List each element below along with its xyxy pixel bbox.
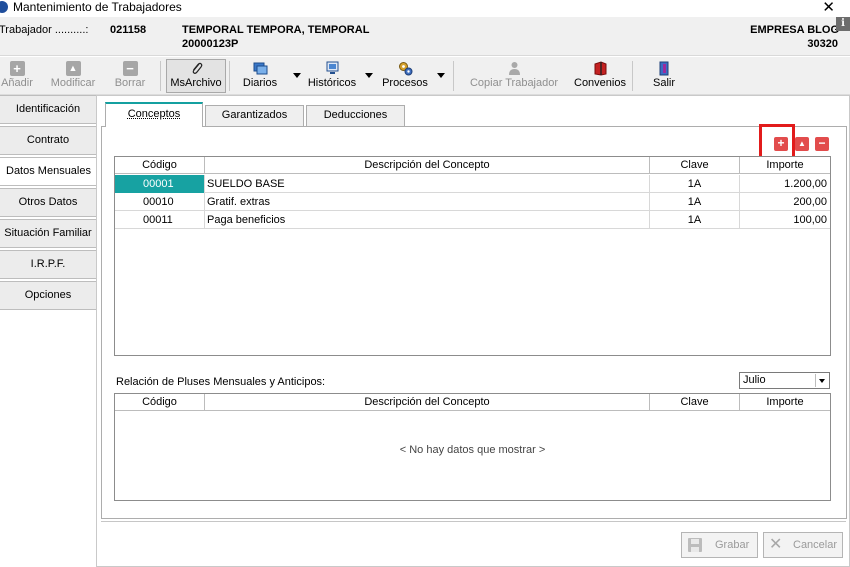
caret-up-icon: ▲ (65, 61, 81, 76)
cell-codigo[interactable]: 00011 (115, 211, 205, 229)
paperclip-icon (192, 62, 202, 74)
separator (229, 61, 230, 91)
toolbar: + Añadir ▲ Modificar − Borrar MsArchivo … (0, 57, 850, 95)
sidebar-item-datos-mensuales[interactable]: Datos Mensuales (0, 157, 97, 186)
table-row[interactable]: 00011 Paga beneficios 1A 100,00 (115, 211, 830, 229)
save-button[interactable]: Grabar (681, 532, 758, 558)
column-header-clave[interactable]: Clave (650, 157, 740, 174)
company-name: EMPRESA BLOG (750, 24, 839, 36)
plus-icon: + (9, 61, 25, 76)
cell-descripcion[interactable]: Paga beneficios (205, 211, 650, 229)
sidebar-item-identificacion[interactable]: Identificación (0, 95, 97, 124)
convenios-button[interactable]: Convenios (573, 61, 627, 93)
tab-deducciones[interactable]: Deducciones (306, 105, 405, 126)
book-icon (594, 61, 606, 76)
title-bar: Mantenimiento de Trabajadores ✕ (0, 0, 850, 17)
column-header-clave[interactable]: Clave (650, 394, 740, 411)
grid-header: Código Descripción del Concepto Clave Im… (115, 157, 830, 174)
month-select[interactable]: Julio (739, 372, 830, 389)
cancel-button[interactable]: ✕ Cancelar (763, 532, 843, 558)
remove-row-button[interactable]: − (815, 137, 829, 151)
exit-button[interactable]: Salir (649, 61, 679, 93)
column-header-importe[interactable]: Importe (740, 157, 830, 174)
sidebar-item-situacion-familiar[interactable]: Situación Familiar (0, 219, 97, 248)
sidebar-item-contrato[interactable]: Contrato (0, 126, 97, 155)
cell-descripcion[interactable]: Gratif. extras (205, 193, 650, 211)
empty-message: < No hay datos que mostrar > (399, 444, 546, 456)
cell-codigo[interactable]: 00010 (115, 193, 205, 211)
monitor-icon (326, 61, 338, 74)
move-up-button[interactable]: ▲ (795, 137, 809, 151)
cell-descripcion[interactable]: SUELDO BASE (205, 175, 650, 193)
add-button[interactable]: + Añadir (0, 61, 34, 93)
worker-header: Trabajador ..........: 021158 TEMPORAL T… (0, 17, 850, 56)
exit-door-icon (659, 61, 668, 76)
cell-importe[interactable]: 100,00 (740, 211, 830, 229)
pluses-label: Relación de Pluses Mensuales y Anticipos… (116, 376, 326, 388)
company-code: 30320 (807, 38, 838, 50)
sidebar-item-otros-datos[interactable]: Otros Datos (0, 188, 97, 217)
sidebar: Identificación Contrato Datos Mensuales … (0, 95, 97, 312)
column-header-codigo[interactable]: Código (115, 394, 205, 411)
cell-clave[interactable]: 1A (650, 193, 740, 211)
close-icon: ✕ (769, 536, 783, 553)
column-header-importe[interactable]: Importe (740, 394, 830, 411)
pluses-grid: Código Descripción del Concepto Clave Im… (114, 393, 831, 501)
person-copy-icon (508, 62, 520, 75)
minus-icon: − (122, 61, 138, 76)
highlight-box (759, 124, 795, 160)
app-icon (0, 1, 8, 13)
windows-icon (253, 62, 267, 75)
column-header-codigo[interactable]: Código (115, 157, 205, 174)
column-header-descripcion[interactable]: Descripción del Concepto (205, 157, 650, 174)
cell-importe[interactable]: 200,00 (740, 193, 830, 211)
sidebar-item-opciones[interactable]: Opciones (0, 281, 97, 310)
msarchivo-content[interactable]: MsArchivo (168, 61, 224, 93)
worker-nif: 20000123P (182, 38, 239, 50)
table-row[interactable]: 00010 Gratif. extras 1A 200,00 (115, 193, 830, 211)
separator (453, 61, 454, 91)
close-button[interactable]: ✕ (822, 0, 835, 16)
modify-button[interactable]: ▲ Modificar (49, 61, 97, 93)
column-header-descripcion[interactable]: Descripción del Concepto (205, 394, 650, 411)
delete-button[interactable]: − Borrar (113, 61, 147, 93)
separator (160, 61, 161, 91)
tab-garantizados[interactable]: Garantizados (205, 105, 304, 126)
procesos-dropdown-icon[interactable] (437, 73, 445, 78)
cell-clave[interactable]: 1A (650, 211, 740, 229)
cell-importe[interactable]: 1.200,00 (740, 175, 830, 193)
diarios-button[interactable]: Diarios (240, 61, 280, 93)
chevron-down-icon[interactable] (815, 374, 828, 387)
floppy-icon (688, 538, 702, 552)
sidebar-item-irpf[interactable]: I.R.P.F. (0, 250, 97, 279)
concepts-grid: Código Descripción del Concepto Clave Im… (114, 156, 831, 356)
cell-clave[interactable]: 1A (650, 175, 740, 193)
copy-worker-button[interactable]: Copiar Trabajador (469, 61, 559, 93)
worker-name: TEMPORAL TEMPORA, TEMPORAL (182, 24, 370, 36)
tab-conceptos[interactable]: Conceptos (105, 102, 203, 127)
grid-header: Código Descripción del Concepto Clave Im… (115, 394, 830, 411)
footer-divider (101, 521, 846, 522)
diarios-dropdown-icon[interactable] (293, 73, 301, 78)
table-row[interactable]: 00001 SUELDO BASE 1A 1.200,00 (115, 175, 830, 193)
worker-label: Trabajador ..........: (0, 24, 89, 36)
window-title: Mantenimiento de Trabajadores (13, 0, 182, 14)
cell-codigo[interactable]: 00001 (115, 175, 205, 193)
separator (632, 61, 633, 91)
historicos-dropdown-icon[interactable] (365, 73, 373, 78)
month-select-value: Julio (743, 374, 766, 386)
worker-code: 021158 (110, 24, 147, 36)
gears-icon (398, 62, 412, 76)
procesos-button[interactable]: Procesos (381, 61, 429, 93)
historicos-button[interactable]: Históricos (307, 61, 357, 93)
info-icon[interactable]: i (836, 17, 850, 31)
